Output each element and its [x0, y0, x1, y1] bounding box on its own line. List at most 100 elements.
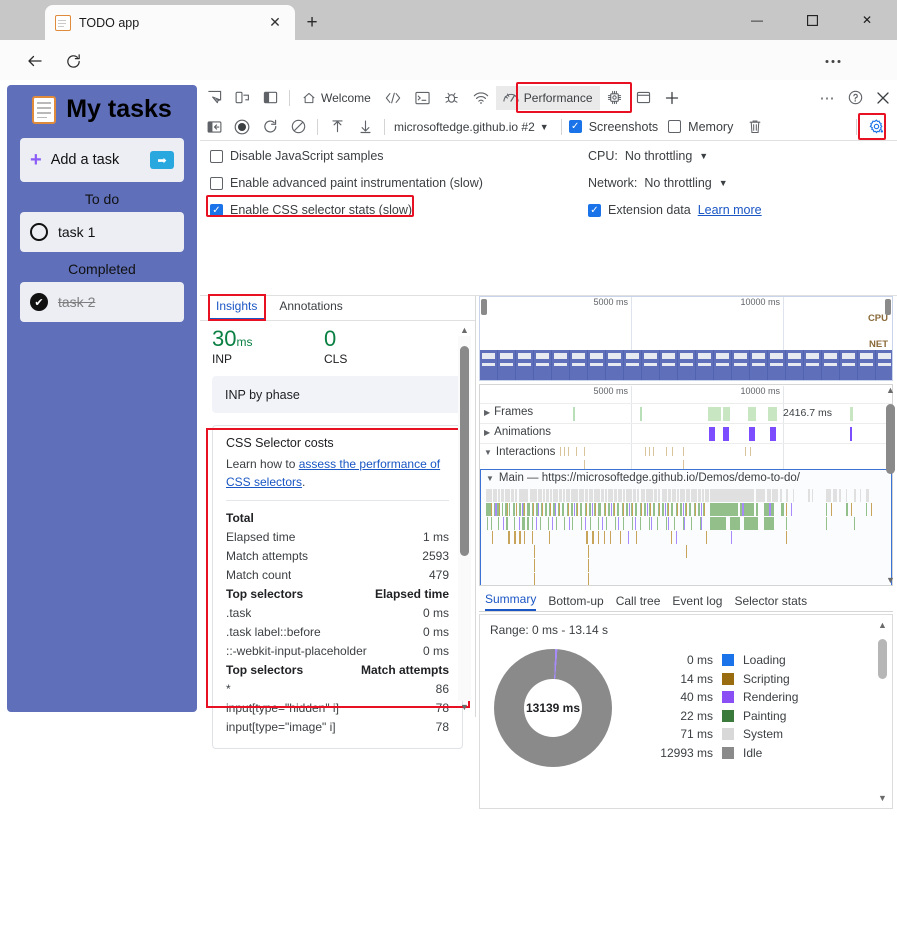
flame-bar[interactable]	[668, 517, 669, 530]
expand-icon[interactable]: ▶	[484, 428, 490, 437]
back-icon[interactable]	[22, 48, 48, 74]
flame-bar[interactable]	[826, 489, 831, 502]
flame-bar[interactable]	[602, 517, 603, 530]
flame-bar[interactable]	[581, 517, 582, 530]
flame-bar[interactable]	[574, 503, 575, 516]
back-to-page-icon[interactable]	[202, 115, 226, 139]
flame-bar[interactable]	[568, 503, 569, 516]
flame-bar[interactable]	[689, 503, 691, 516]
flame-bar[interactable]	[509, 503, 510, 516]
flame-bar[interactable]	[579, 489, 584, 502]
flame-bar[interactable]	[514, 531, 516, 544]
flame-bar[interactable]	[588, 545, 589, 558]
flame-bar[interactable]	[590, 517, 591, 530]
flame-bar[interactable]	[786, 531, 787, 544]
flame-bar[interactable]	[508, 531, 510, 544]
filmstrip-thumbnail[interactable]	[552, 350, 569, 380]
flame-bar[interactable]	[851, 503, 852, 516]
filmstrip-thumbnail[interactable]	[516, 350, 533, 380]
flame-bar[interactable]	[552, 517, 553, 530]
inspect-icon[interactable]	[202, 86, 226, 110]
flame-bar[interactable]	[585, 489, 588, 502]
close-window-button[interactable]: ✕	[852, 8, 882, 32]
flame-bar[interactable]	[595, 503, 596, 516]
track-animations[interactable]: ▶ Animations	[480, 423, 892, 443]
flame-bar[interactable]	[538, 503, 539, 516]
flame-bar[interactable]	[654, 489, 657, 502]
flame-bar[interactable]	[586, 531, 588, 544]
flame-bar[interactable]	[534, 559, 535, 572]
learn-more-link[interactable]: Learn more	[698, 203, 762, 217]
flame-bar[interactable]	[705, 489, 709, 502]
filmstrip-thumbnail[interactable]	[858, 350, 875, 380]
cpu-throttling[interactable]: CPU: No throttling ▼	[588, 149, 762, 163]
disable-js-samples-checkbox[interactable]: Disable JavaScript samples	[210, 149, 483, 163]
flame-bar[interactable]	[556, 517, 557, 530]
flame-bar[interactable]	[674, 517, 675, 530]
filmstrip-thumbnail[interactable]	[732, 350, 749, 380]
flame-bar[interactable]	[668, 489, 671, 502]
browser-tab[interactable]: TODO app ✕	[45, 5, 295, 40]
flame-bar[interactable]	[524, 531, 525, 544]
flame-bar[interactable]	[540, 517, 541, 530]
flame-bar[interactable]	[566, 489, 570, 502]
filmstrip-thumbnail[interactable]	[678, 350, 695, 380]
new-tab-button[interactable]: +	[300, 11, 324, 35]
flame-bar[interactable]	[586, 503, 587, 516]
flame-bar[interactable]	[677, 503, 678, 516]
flame-bar[interactable]	[501, 489, 504, 502]
scroll-up-icon[interactable]: ▲	[884, 384, 897, 396]
flame-bar[interactable]	[617, 503, 619, 516]
flame-bar[interactable]	[665, 503, 666, 516]
tab-console[interactable]	[408, 86, 437, 110]
insights-scrollbar[interactable]: ▲ ▼	[458, 324, 471, 713]
flame-bar[interactable]	[646, 489, 653, 502]
flame-bar[interactable]	[756, 503, 758, 516]
filmstrip-thumbnail[interactable]	[570, 350, 587, 380]
main-thread-track[interactable]: ▼ Main — https://microsoftedge.github.io/…	[480, 469, 892, 585]
flame-bar[interactable]	[588, 573, 589, 585]
flame-bar[interactable]	[492, 531, 493, 544]
flame-bar[interactable]	[498, 489, 500, 502]
flame-bar[interactable]	[519, 517, 520, 530]
flame-bar[interactable]	[636, 531, 637, 544]
flame-bar[interactable]	[626, 503, 628, 516]
expand-icon[interactable]: ▶	[484, 408, 490, 417]
flame-bar[interactable]	[668, 503, 669, 516]
flame-bar[interactable]	[503, 517, 504, 530]
flame-bar[interactable]	[764, 517, 774, 530]
flame-bar[interactable]	[686, 545, 687, 558]
flame-bar[interactable]	[695, 503, 696, 516]
submit-task-button[interactable]: ➡	[150, 151, 174, 169]
task-item[interactable]: task 1	[20, 212, 184, 252]
flame-bar[interactable]	[691, 517, 692, 530]
flame-bar[interactable]	[706, 531, 707, 544]
flame-bar[interactable]	[559, 503, 560, 516]
flame-bar[interactable]	[598, 503, 601, 516]
flame-bar[interactable]	[516, 503, 517, 516]
flame-bar[interactable]	[866, 489, 869, 502]
advanced-paint-checkbox[interactable]: Enable advanced paint instrumentation (s…	[210, 176, 483, 190]
flame-bar[interactable]	[698, 503, 700, 516]
flame-bar[interactable]	[786, 489, 788, 502]
scrollbar-thumb[interactable]	[886, 404, 895, 474]
flame-bar[interactable]	[527, 503, 530, 516]
flame-bar[interactable]	[628, 531, 629, 544]
flame-bar[interactable]	[671, 503, 673, 516]
download-profile-icon[interactable]	[353, 115, 377, 139]
close-devtools-icon[interactable]	[871, 86, 895, 110]
tab-welcome[interactable]: Welcome	[295, 86, 378, 110]
flame-bar[interactable]	[608, 489, 613, 502]
flame-bar[interactable]	[644, 503, 646, 516]
flame-bar[interactable]	[614, 503, 615, 516]
flame-bar[interactable]	[546, 489, 549, 502]
flame-bar[interactable]	[550, 503, 551, 516]
flame-bar[interactable]	[786, 503, 787, 516]
flame-bar[interactable]	[742, 503, 744, 516]
flame-bar[interactable]	[701, 503, 702, 516]
flame-bar[interactable]	[731, 531, 732, 544]
flame-bar[interactable]	[614, 489, 617, 502]
filmstrip-thumbnail[interactable]	[876, 350, 892, 380]
flame-bar[interactable]	[532, 517, 533, 530]
flame-bar[interactable]	[601, 489, 604, 502]
